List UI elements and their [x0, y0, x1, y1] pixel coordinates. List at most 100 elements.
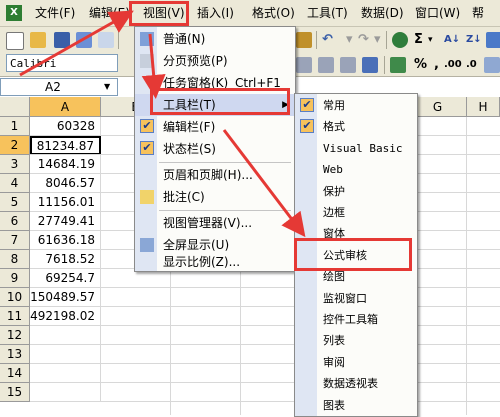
submenu-item[interactable]: 绘图 [295, 266, 417, 287]
row-header[interactable]: 3 [0, 155, 30, 174]
row-header[interactable]: 6 [0, 212, 30, 231]
currency-icon[interactable] [390, 57, 406, 73]
align-right-icon[interactable] [340, 57, 356, 73]
indent-icon[interactable] [484, 57, 500, 73]
toolbar-separator [118, 31, 119, 49]
redo-icon[interactable]: ↷ [358, 31, 369, 49]
dropdown-arrow-icon[interactable]: ▾ [346, 31, 353, 49]
row-header[interactable]: 11 [0, 307, 30, 326]
submenu-item[interactable]: Visual Basic [295, 138, 417, 159]
permission-icon[interactable] [76, 32, 92, 48]
autosum-icon[interactable]: Σ [414, 31, 423, 49]
submenu-item[interactable]: 图表 [295, 395, 417, 416]
cell-a[interactable] [30, 364, 101, 383]
cell-a[interactable]: 14684.19 [30, 155, 101, 174]
row-header[interactable]: 7 [0, 231, 30, 250]
undo-icon[interactable]: ↶ [322, 31, 333, 49]
submenu-item[interactable]: 窗体 [295, 223, 417, 244]
row-header[interactable]: 10 [0, 288, 30, 307]
menu-item-formula-bar[interactable]: ✔ 编辑栏(F) [135, 116, 295, 138]
submenu-item[interactable]: 边框 [295, 202, 417, 223]
column-header-a[interactable]: A [30, 97, 101, 117]
cell-a[interactable]: 492198.02 [30, 307, 101, 326]
row-header[interactable]: 9 [0, 269, 30, 288]
menu-window[interactable]: 窗口(W) [413, 4, 462, 22]
menu-edit[interactable]: 编辑(E) [87, 4, 132, 22]
row-header[interactable]: 2 [0, 136, 30, 155]
format-painter-icon[interactable] [296, 32, 312, 48]
menu-view[interactable]: 视图(V) [141, 4, 187, 22]
new-icon[interactable] [6, 32, 24, 50]
menu-help[interactable]: 帮 [470, 4, 486, 22]
row-header[interactable]: 8 [0, 250, 30, 269]
cell-a[interactable]: 27749.41 [30, 212, 101, 231]
submenu-item[interactable]: 监视窗口 [295, 288, 417, 309]
cell-a[interactable]: 69254.7 [30, 269, 101, 288]
comma-style-icon[interactable]: , [434, 56, 439, 74]
cell-a[interactable]: 7618.52 [30, 250, 101, 269]
row-header[interactable]: 12 [0, 326, 30, 345]
print-icon[interactable] [98, 32, 114, 48]
cell-a[interactable]: 8046.57 [30, 174, 101, 193]
row-header[interactable]: 5 [0, 193, 30, 212]
column-header-h[interactable]: H [467, 97, 500, 117]
name-box[interactable]: A2 [0, 78, 118, 96]
select-all-corner[interactable] [0, 97, 30, 117]
menu-format[interactable]: 格式(O) [250, 4, 297, 22]
font-name-box[interactable]: Calibri [6, 54, 118, 72]
menu-item-task-pane[interactable]: 任务窗格(K) Ctrl+F1 [135, 72, 295, 94]
submenu-item-label: 公式审核 [323, 248, 367, 262]
dropdown-arrow-icon[interactable]: ▾ [428, 31, 433, 49]
open-icon[interactable] [30, 32, 46, 48]
row-header[interactable]: 1 [0, 117, 30, 136]
menu-tools[interactable]: 工具(T) [305, 4, 350, 22]
cell-a[interactable] [30, 326, 101, 345]
menu-item-zoom[interactable]: 显示比例(Z)... [135, 251, 295, 273]
row-header[interactable]: 13 [0, 345, 30, 364]
submenu-item-label: 控件工具箱 [323, 313, 378, 326]
dropdown-arrow-icon[interactable]: ▾ [374, 31, 381, 49]
submenu-item[interactable]: 控件工具箱 [295, 309, 417, 330]
menu-item-custom-views[interactable]: 视图管理器(V)... [135, 212, 295, 234]
menu-item-page-break-preview[interactable]: 分页预览(P) [135, 50, 295, 72]
menu-item-comments[interactable]: 批注(C) [135, 186, 295, 208]
submenu-item[interactable]: ✔ 常用 [295, 95, 417, 116]
row-header[interactable]: 4 [0, 174, 30, 193]
increase-decimal-icon[interactable]: .00 [444, 56, 462, 74]
sort-descending-icon[interactable]: Z↓ [466, 31, 482, 49]
menu-item-header-footer[interactable]: 页眉和页脚(H)... [135, 164, 295, 186]
align-left-icon[interactable] [296, 57, 312, 73]
align-center-icon[interactable] [318, 57, 334, 73]
chart-wizard-icon[interactable] [486, 32, 500, 48]
active-cell[interactable]: 81234.87 [30, 136, 101, 155]
cell-a[interactable]: 61636.18 [30, 231, 101, 250]
submenu-item[interactable]: Web [295, 159, 417, 180]
cell-a[interactable]: 60328 [30, 117, 101, 136]
row-header[interactable]: 14 [0, 364, 30, 383]
chevron-down-icon[interactable]: ▼ [104, 82, 110, 91]
submenu-item[interactable]: 数据透视表 [295, 373, 417, 394]
menu-file[interactable]: 文件(F) [33, 4, 77, 22]
menu-data[interactable]: 数据(D) [359, 4, 406, 22]
submenu-item[interactable]: 公式审核 [295, 245, 417, 266]
menu-item-normal[interactable]: 普通(N) [135, 28, 295, 50]
submenu-item[interactable]: 保护 [295, 181, 417, 202]
excel-icon[interactable]: X [6, 5, 22, 21]
cell-a[interactable]: 150489.57 [30, 288, 101, 307]
hyperlink-icon[interactable] [392, 32, 408, 48]
merge-center-icon[interactable] [362, 57, 378, 73]
row-header[interactable]: 15 [0, 383, 30, 402]
cell-a[interactable] [30, 345, 101, 364]
submenu-item[interactable]: ✔ 格式 [295, 116, 417, 137]
submenu-item[interactable]: 审阅 [295, 352, 417, 373]
menu-item-status-bar[interactable]: ✔ 状态栏(S) [135, 138, 295, 160]
submenu-item[interactable]: 列表 [295, 330, 417, 351]
menu-item-toolbars[interactable]: 工具栏(T) ▶ [135, 94, 295, 116]
save-icon[interactable] [54, 32, 70, 48]
percent-icon[interactable]: % [414, 56, 427, 74]
sort-ascending-icon[interactable]: A↓ [444, 31, 460, 49]
menu-insert[interactable]: 插入(I) [195, 4, 236, 22]
decrease-decimal-icon[interactable]: .0 [466, 56, 477, 74]
cell-a[interactable] [30, 383, 101, 402]
cell-a[interactable]: 11156.01 [30, 193, 101, 212]
